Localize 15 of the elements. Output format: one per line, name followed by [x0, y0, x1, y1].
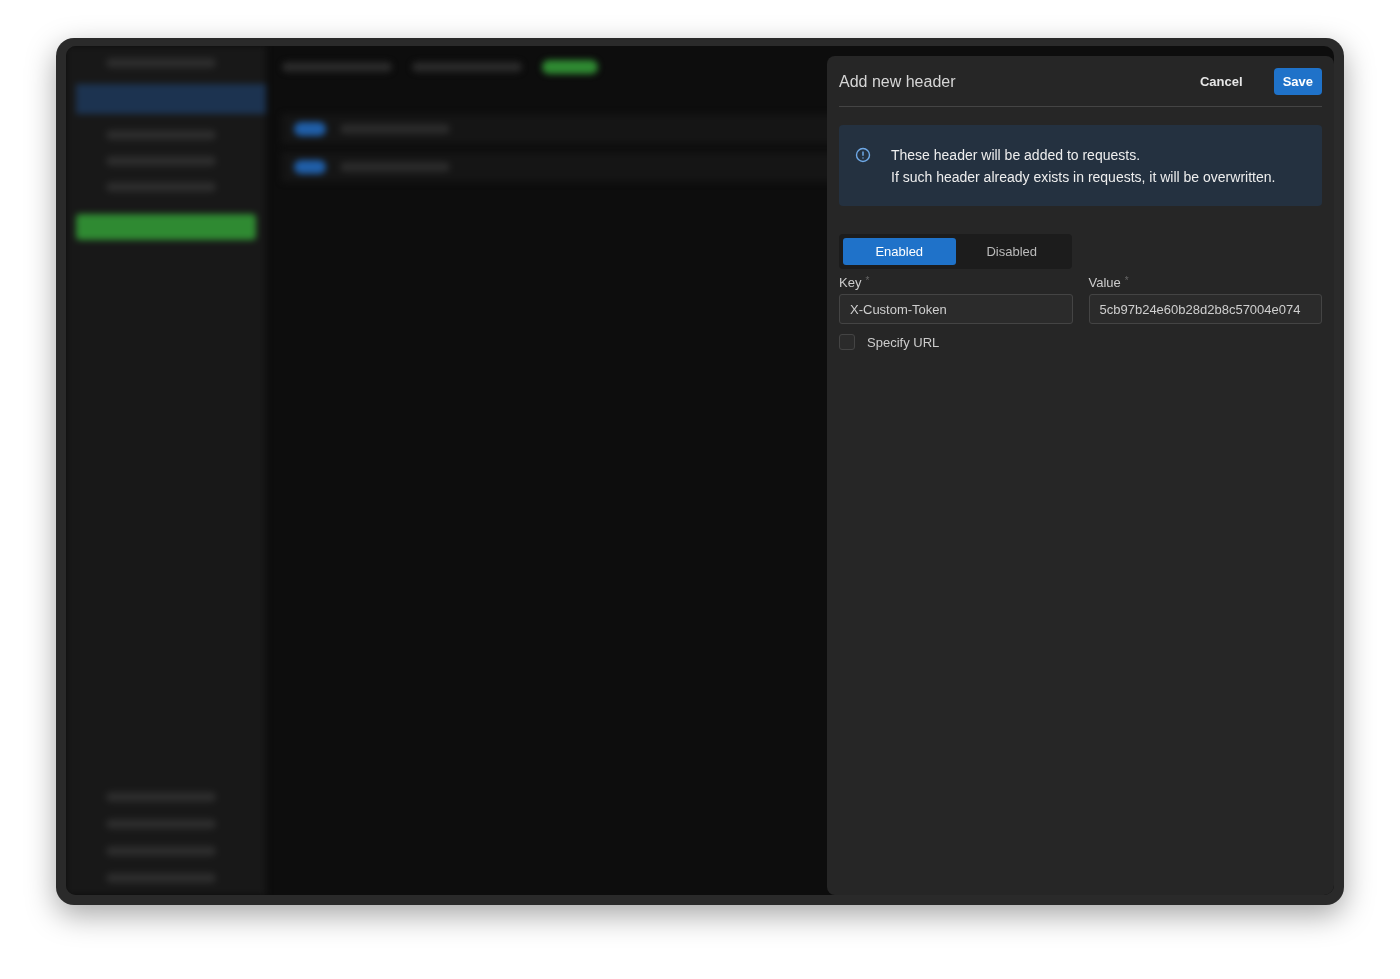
field-label: Value: [1088, 275, 1121, 290]
panel-title: Add new header: [839, 72, 957, 91]
input-field[interactable]: 5cb97b24e60b28d2b8c57004e074: [1088, 294, 1322, 324]
status-option[interactable]: Disabled: [955, 238, 1068, 265]
input-field[interactable]: X-Custom-Token: [839, 294, 1073, 324]
checkbox-label: Specify URL: [867, 334, 940, 350]
status-option[interactable]: Enabled: [843, 238, 956, 265]
info-message: These header will be added to requests. If such header already exists in requests, it will be overwritten.: [891, 146, 1276, 187]
cancel-button[interactable]: Cancel: [1191, 68, 1252, 95]
save-button[interactable]: Save: [1273, 68, 1322, 95]
required-mark: *: [1124, 275, 1129, 288]
field-label: Key: [839, 275, 862, 290]
checkbox[interactable]: [839, 334, 855, 350]
info-icon: [855, 147, 871, 163]
required-mark: *: [865, 275, 870, 288]
